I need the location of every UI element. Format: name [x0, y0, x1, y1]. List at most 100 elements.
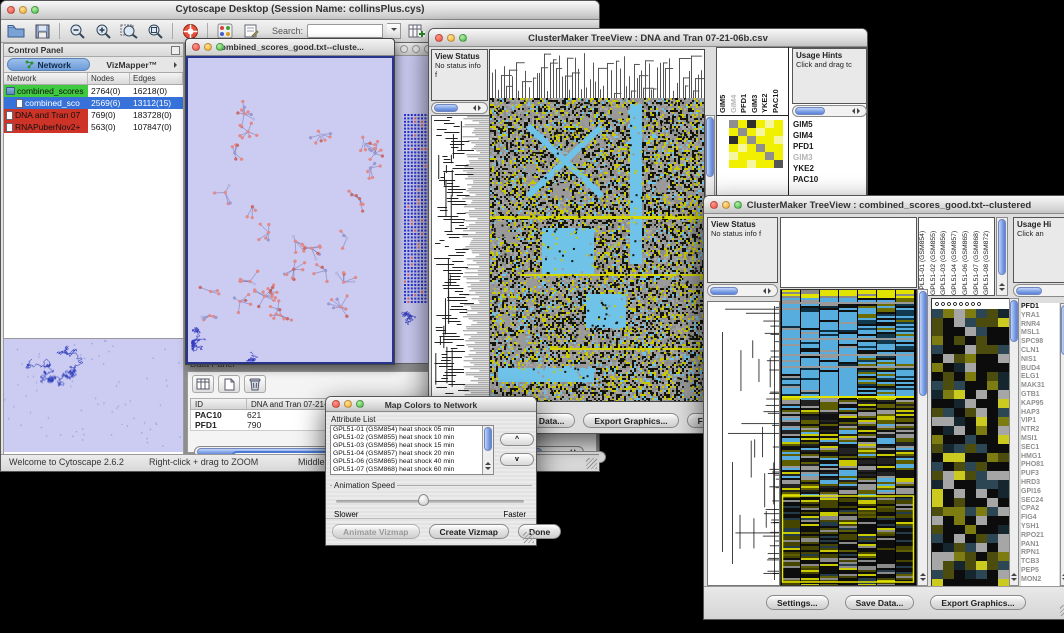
network-list-row[interactable]: DNA and Tran 07769(0)183728(0)	[4, 109, 183, 121]
gene-label[interactable]: NIS1	[1021, 356, 1059, 365]
column-header[interactable]: Edges	[130, 73, 183, 84]
tab-vizmapper[interactable]: VizMapper™	[92, 58, 173, 71]
close-icon[interactable]	[400, 45, 408, 53]
column-label[interactable]: GPL51-08 (GSM872)	[983, 218, 994, 295]
column-header[interactable]: Network	[4, 73, 88, 84]
attribute-item[interactable]: GPL51-04 (GSM857) heat shock 20 min	[331, 450, 493, 458]
row-dendrogram-canvas[interactable]	[707, 301, 780, 586]
gene-label[interactable]: GPI16	[1021, 488, 1059, 497]
dialog-titlebar[interactable]: Map Colors to Network	[326, 397, 536, 412]
treeview-button[interactable]: Export Graphics...	[930, 595, 1025, 610]
network-overview-canvas[interactable]	[4, 338, 183, 452]
new-attribute-button[interactable]	[218, 375, 240, 393]
minimize-icon[interactable]	[722, 201, 730, 209]
gene-label[interactable]: ELG1	[1021, 373, 1059, 382]
status-hscrollbar[interactable]	[707, 284, 778, 297]
zoom-fit-button[interactable]	[118, 22, 140, 41]
gene-label[interactable]: PEP5	[1021, 567, 1059, 576]
save-session-button[interactable]	[31, 22, 53, 41]
zoom-heatmap-canvas[interactable]	[931, 298, 1010, 588]
scroll-left-icon[interactable]	[760, 288, 766, 294]
scrollbar-thumb[interactable]	[484, 427, 492, 451]
scroll-up-icon[interactable]	[1011, 570, 1017, 576]
attribute-item[interactable]: GPL51-01 (GSM854) heat shock 05 min	[331, 426, 493, 434]
scrollbar-thumb[interactable]	[710, 287, 738, 295]
minimize-icon[interactable]	[19, 6, 27, 14]
gene-label[interactable]: HMG1	[1021, 453, 1059, 462]
attribute-item[interactable]: GPL51-06 (GSM865) heat shock 40 min	[331, 458, 493, 466]
gene-label[interactable]: PAN1	[1021, 541, 1059, 550]
scroll-right-icon[interactable]	[857, 108, 863, 114]
attribute-list[interactable]: GPL51-01 (GSM854) heat shock 05 minGPL51…	[330, 425, 494, 475]
network-list-row[interactable]: RNAPuberNov2+563(0)107847(0)	[4, 121, 183, 133]
status-hscrollbar[interactable]	[431, 102, 488, 114]
row-dendrogram-canvas[interactable]	[431, 115, 490, 403]
minimize-icon[interactable]	[344, 400, 352, 408]
scroll-down-icon[interactable]	[1011, 578, 1017, 584]
column-label[interactable]: PAC10	[771, 51, 782, 113]
gene-label[interactable]: SEC24	[1021, 497, 1059, 506]
column-dendrogram-canvas[interactable]	[489, 49, 705, 100]
gene-label[interactable]: PFD1	[1021, 303, 1059, 312]
gene-label[interactable]: HRD3	[1021, 479, 1059, 488]
zoom-vscrollbar[interactable]	[1009, 298, 1019, 586]
column-label[interactable]: GPL51-03 (GSM856)	[940, 218, 951, 295]
list-vscrollbar[interactable]	[482, 426, 493, 474]
resize-grip[interactable]	[1060, 605, 1064, 616]
column-label[interactable]: PFD1	[739, 51, 750, 113]
scroll-left-icon[interactable]	[849, 108, 855, 114]
gene-label[interactable]: HAP3	[1021, 409, 1059, 418]
global-heatmap-canvas[interactable]	[780, 289, 917, 586]
gene-label[interactable]: PHO81	[1021, 461, 1059, 470]
scrollbar-thumb[interactable]	[795, 107, 825, 115]
gene-vscrollbar[interactable]	[1060, 303, 1064, 586]
zoom-selected-button[interactable]	[144, 22, 166, 41]
gene-label[interactable]: SEC1	[1021, 444, 1059, 453]
column-label[interactable]: GIM3	[750, 51, 761, 113]
attribute-item[interactable]: GPL51-03 (GSM856) heat shock 15 min	[331, 442, 493, 450]
zoom-icon[interactable]	[216, 43, 224, 51]
scroll-down-icon[interactable]	[999, 288, 1005, 294]
scroll-up-icon[interactable]	[920, 570, 926, 576]
attribute-item[interactable]: GPL51-02 (GSM855) heat shock 10 min	[331, 434, 493, 442]
scrollbar-thumb[interactable]	[1010, 300, 1018, 342]
gene-label[interactable]: YRA1	[1021, 312, 1059, 321]
frame-titlebar[interactable]: combined_scores_good.txt--cluste...	[186, 39, 394, 56]
column-label[interactable]: GPL51-07 (GSM868)	[973, 218, 984, 295]
resize-grip[interactable]	[586, 458, 597, 469]
scrollbar-thumb[interactable]	[434, 104, 458, 112]
move-down-button[interactable]: v	[500, 453, 534, 466]
minimize-icon[interactable]	[447, 34, 455, 42]
zoom-in-button[interactable]	[92, 22, 114, 41]
treeview-button[interactable]: Export Graphics...	[583, 413, 678, 428]
zoom-icon[interactable]	[734, 201, 742, 209]
column-header[interactable]: Nodes	[88, 73, 130, 84]
gene-label[interactable]: KAP95	[1021, 400, 1059, 409]
gene-label[interactable]: MAK31	[1021, 382, 1059, 391]
select-attributes-button[interactable]	[192, 375, 214, 393]
column-label[interactable]: GPL51-01 (GSM854)	[919, 218, 930, 295]
gene-label[interactable]: PFD1	[793, 141, 865, 152]
gene-label[interactable]: RNR4	[1021, 321, 1059, 330]
tab-network[interactable]: Network	[7, 58, 90, 71]
float-panel-icon[interactable]	[171, 46, 180, 55]
gene-label[interactable]: GTB1	[1021, 391, 1059, 400]
scroll-up-icon[interactable]	[999, 280, 1005, 286]
gene-label[interactable]: MSI1	[1021, 435, 1059, 444]
close-icon[interactable]	[332, 400, 340, 408]
attribute-item[interactable]: GPL51-07 (GSM868) heat shock 60 min	[331, 466, 493, 474]
column-label[interactable]: GPL51-06 (GSM865)	[962, 218, 973, 295]
search-dropdown[interactable]	[387, 23, 401, 39]
gene-label[interactable]: YSH1	[1021, 523, 1059, 532]
speed-slider-thumb[interactable]	[418, 494, 429, 506]
network-list-row[interactable]: combined_sco2569(6)13112(15)	[4, 97, 183, 109]
gene-label[interactable]: FIG4	[1021, 514, 1059, 523]
zoom-icon[interactable]	[356, 400, 364, 408]
minimize-icon[interactable]	[204, 43, 212, 51]
close-icon[interactable]	[435, 34, 443, 42]
gene-label[interactable]: GIM4	[793, 130, 865, 141]
zoom-out-button[interactable]	[66, 22, 88, 41]
scroll-down-icon[interactable]	[920, 578, 926, 584]
scrollbar-thumb[interactable]	[1016, 287, 1042, 295]
scroll-left-icon[interactable]	[470, 105, 476, 111]
